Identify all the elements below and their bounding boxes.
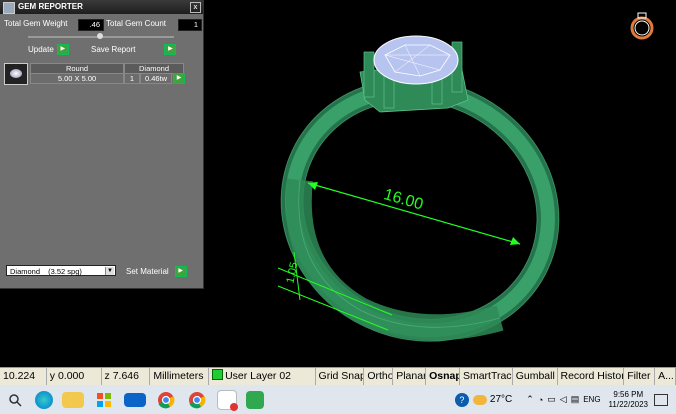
chrome-icon[interactable]: [155, 389, 177, 411]
gem-table: Round Diamond 5.00 X 5.00 1 0.46tw ▶: [4, 63, 185, 85]
store-icon[interactable]: [93, 389, 115, 411]
material-select[interactable]: Diamond (3.52 spg) ▼: [6, 265, 116, 276]
panel-titlebar[interactable]: GEM REPORTER x: [0, 0, 203, 14]
table-cell-weight: 0.46tw: [140, 73, 172, 84]
volume-icon[interactable]: ◁: [560, 394, 567, 405]
search-icon[interactable]: [4, 389, 26, 411]
save-report-button[interactable]: Save Report ▶: [91, 44, 177, 55]
coord-z: z 7.646: [102, 368, 151, 385]
table-cell-count: 1: [124, 73, 140, 84]
mail-icon[interactable]: [124, 392, 146, 407]
weather-temp[interactable]: 27°C: [490, 394, 512, 405]
gem-thumbnail[interactable]: [4, 63, 28, 85]
toggle-record-history[interactable]: Record History: [558, 368, 625, 385]
network-icon[interactable]: ▤: [571, 394, 580, 405]
clock-date: 11/22/2023: [608, 399, 648, 409]
windows-taskbar: ? 27°C ⌃ ◔ ▭ ◁ ▤ ENG 9:56 PM 11/22/2023: [0, 385, 676, 414]
material-spg: (3.52 spg): [48, 267, 82, 276]
set-material-button[interactable]: Set Material ▶: [126, 266, 187, 277]
weather-icon[interactable]: [472, 394, 487, 405]
save-report-label: Save Report: [91, 45, 136, 54]
total-weight-label: Total Gem Weight: [4, 19, 68, 28]
close-icon[interactable]: x: [190, 2, 201, 13]
gem-reporter-panel: GEM REPORTER x Total Gem Weight .46 Tota…: [0, 0, 204, 289]
clock[interactable]: 9:56 PM 11/22/2023: [609, 390, 648, 410]
total-count-label: Total Gem Count: [106, 19, 167, 28]
layer-color-swatch: [212, 369, 224, 380]
layer-button[interactable]: User Layer 02: [209, 368, 316, 385]
system-tray: ? 27°C ⌃ ◔ ▭ ◁ ▤ ENG 9:56 PM 11/22/2023: [446, 385, 676, 414]
dimension-diameter-label: 16.00: [382, 186, 425, 213]
total-count-value: 1: [178, 19, 202, 31]
toggle-osnap[interactable]: Osnap: [426, 368, 460, 385]
notifications-icon[interactable]: [654, 393, 668, 406]
layer-name: User Layer 02: [225, 370, 292, 382]
play-icon: ▶: [174, 266, 187, 277]
clock-time: 9:56 PM: [613, 389, 644, 399]
toggle-more[interactable]: A...: [655, 368, 676, 385]
slider-knob[interactable]: [97, 33, 103, 39]
dimension-diameter: 16.00: [307, 182, 521, 245]
language-indicator[interactable]: ENG: [583, 395, 600, 404]
toggle-grid-snap[interactable]: Grid Snap: [316, 368, 365, 385]
toggle-gumball[interactable]: Gumball: [513, 368, 558, 385]
row-play-icon[interactable]: ▶: [173, 73, 185, 84]
toggle-planar[interactable]: Planar: [393, 368, 427, 385]
file-explorer-icon[interactable]: [62, 391, 84, 408]
chevron-up-icon[interactable]: ⌃: [526, 394, 534, 405]
set-material-label: Set Material: [126, 267, 169, 276]
battery-icon[interactable]: ▭: [547, 394, 556, 405]
units-button[interactable]: Millimeters: [150, 368, 210, 385]
rhino-viewport[interactable]: 16.00 1.05 GEM REPORTER x Total Gem Weig…: [0, 0, 676, 367]
panel-title: GEM REPORTER: [18, 2, 83, 11]
chevron-down-icon: ▼: [105, 267, 114, 275]
help-icon[interactable]: ?: [454, 392, 469, 407]
diamond-gem: [373, 35, 459, 85]
panel-app-icon: [3, 2, 15, 14]
toggle-filter[interactable]: Filter: [624, 368, 656, 385]
edge-icon[interactable]: [35, 390, 53, 409]
play-icon: ▶: [56, 44, 69, 55]
toggle-smarttrack[interactable]: SmartTrack: [460, 368, 513, 385]
coord-y: y 0.000: [47, 368, 102, 385]
ring-logo-icon: [628, 10, 656, 40]
update-label: Update: [28, 45, 54, 54]
dimension-thickness-label: 1.05: [284, 261, 300, 284]
play-icon: ▶: [164, 44, 177, 55]
green-app-icon[interactable]: [246, 390, 264, 409]
toggle-ortho[interactable]: Ortho: [364, 368, 394, 385]
coord-x: 10.224: [0, 368, 47, 385]
status-bar: 10.224 y 0.000 z 7.646 Millimeters User …: [0, 367, 676, 385]
notification-app-icon[interactable]: [217, 389, 238, 411]
chrome-icon-2[interactable]: [186, 389, 208, 411]
table-cell-size: 5.00 X 5.00: [30, 73, 124, 84]
update-button[interactable]: Update ▶: [28, 44, 69, 55]
total-weight-value: .46: [78, 19, 104, 31]
material-value: Diamond: [10, 267, 41, 276]
wifi-icon[interactable]: ◔: [538, 395, 543, 405]
